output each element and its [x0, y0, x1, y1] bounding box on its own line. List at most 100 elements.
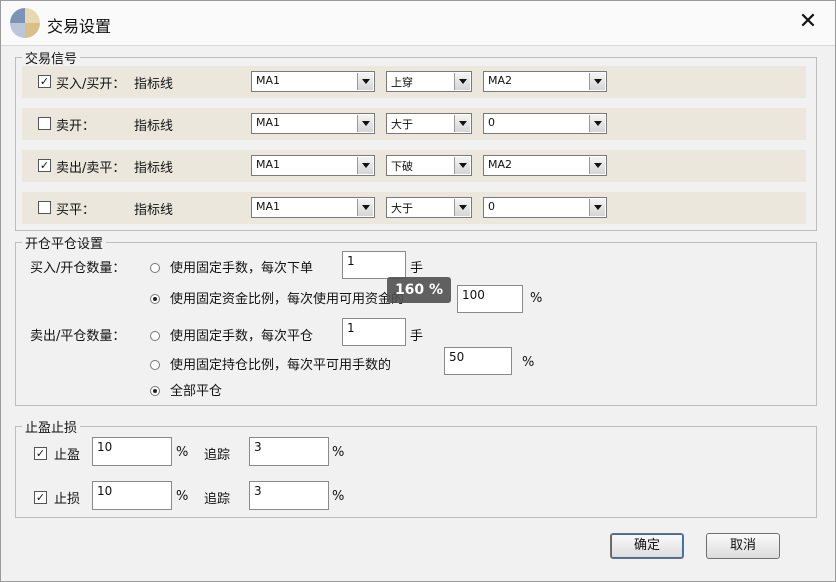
chevron-down-icon[interactable] — [589, 73, 605, 90]
sell-open-label: 卖开： — [56, 119, 96, 134]
open-fixed-radio[interactable] — [150, 263, 160, 273]
open-ratio-radio[interactable] — [150, 294, 160, 304]
sell-close-op-select[interactable]: 下破 — [386, 155, 472, 176]
close-all-radio[interactable] — [150, 386, 160, 396]
sell-close-target-select[interactable]: MA2 — [483, 155, 607, 176]
stop-loss-unit: % — [176, 489, 189, 504]
chevron-down-icon[interactable] — [357, 157, 373, 174]
sell-close-label: 卖出/卖平： — [56, 161, 126, 176]
take-profit-checkbox[interactable]: ✓ — [34, 447, 47, 460]
signal-row-buy-close: 买平： 指标线 MA1 大于 0 — [22, 192, 806, 224]
chevron-down-icon[interactable] — [357, 73, 373, 90]
chevron-down-icon[interactable] — [357, 199, 373, 216]
take-profit-input[interactable]: 10 — [92, 437, 172, 466]
chevron-down-icon[interactable] — [454, 115, 470, 132]
chevron-down-icon[interactable] — [454, 199, 470, 216]
take-profit-label: 止盈 — [54, 448, 81, 463]
signal-group: 交易信号 ✓ 买入/买开： 指标线 MA1 上穿 MA2 卖开： 指标线 MA1… — [15, 48, 817, 231]
buy-op-value: 上穿 — [391, 76, 413, 89]
chevron-down-icon[interactable] — [589, 115, 605, 132]
take-profit-trail-input[interactable]: 3 — [249, 437, 329, 466]
buy-label: 买入/买开： — [56, 77, 126, 92]
buy-close-op-select[interactable]: 大于 — [386, 197, 472, 218]
buy-target-value: MA2 — [488, 74, 513, 87]
open-ratio-input[interactable]: 100 — [457, 285, 523, 313]
sell-close-type-label: 指标线 — [134, 161, 174, 176]
close-button[interactable]: ✕ — [795, 9, 821, 35]
sell-open-target-value: 0 — [488, 116, 495, 129]
chevron-down-icon[interactable] — [454, 157, 470, 174]
close-fixed-radio[interactable] — [150, 331, 160, 341]
close-fixed-input[interactable]: 1 — [342, 318, 406, 346]
sell-close-target-value: MA2 — [488, 158, 513, 171]
sell-open-op-select[interactable]: 大于 — [386, 113, 472, 134]
take-profit-trail-unit: % — [332, 445, 345, 460]
sell-open-type-label: 指标线 — [134, 119, 174, 134]
close-ratio-radio[interactable] — [150, 360, 160, 370]
cancel-button[interactable]: 取消 — [706, 533, 780, 559]
stop-loss-checkbox[interactable]: ✓ — [34, 491, 47, 504]
sell-close-op-value: 下破 — [391, 160, 413, 173]
stops-group: 止盈止损 ✓ 止盈 10 % 追踪 3 % ✓ 止损 10 % 追踪 3 % — [15, 417, 817, 518]
buy-field-value: MA1 — [256, 74, 281, 87]
open-fixed-unit: 手 — [410, 261, 424, 276]
close-ratio-label: 使用固定持仓比例，每次平可用手数的 — [170, 358, 392, 373]
stop-loss-trail-unit: % — [332, 489, 345, 504]
buy-close-op-value: 大于 — [391, 202, 413, 215]
open-fixed-input[interactable]: 1 — [342, 251, 406, 279]
stop-loss-input[interactable]: 10 — [92, 481, 172, 510]
sell-close-field-value: MA1 — [256, 158, 281, 171]
signal-group-legend: 交易信号 — [22, 48, 81, 67]
close-ratio-unit: % — [522, 355, 535, 370]
trade-settings-dialog: 交易设置 ✕ 交易信号 ✓ 买入/买开： 指标线 MA1 上穿 MA2 卖开： … — [0, 0, 836, 582]
open-fixed-label: 使用固定手数，每次下单 — [170, 261, 314, 276]
buy-checkbox[interactable]: ✓ — [38, 75, 51, 88]
take-profit-unit: % — [176, 445, 189, 460]
chevron-down-icon[interactable] — [589, 199, 605, 216]
open-quantity-label: 买入/开仓数量： — [30, 261, 126, 276]
chevron-down-icon[interactable] — [589, 157, 605, 174]
sell-open-target-select[interactable]: 0 — [483, 113, 607, 134]
ok-button[interactable]: 确定 — [610, 533, 684, 559]
stop-loss-trail-input[interactable]: 3 — [249, 481, 329, 510]
signal-row-sell-open: 卖开： 指标线 MA1 大于 0 — [22, 108, 806, 140]
chevron-down-icon[interactable] — [454, 73, 470, 90]
buy-close-field-select[interactable]: MA1 — [251, 197, 375, 218]
buy-op-select[interactable]: 上穿 — [386, 71, 472, 92]
sell-open-field-value: MA1 — [256, 116, 281, 129]
close-ratio-input[interactable]: 50 — [444, 347, 512, 375]
close-fixed-unit: 手 — [410, 329, 424, 344]
chevron-down-icon[interactable] — [357, 115, 373, 132]
sell-close-field-select[interactable]: MA1 — [251, 155, 375, 176]
sell-open-field-select[interactable]: MA1 — [251, 113, 375, 134]
buy-type-label: 指标线 — [134, 77, 174, 92]
position-group-legend: 开仓平仓设置 — [22, 233, 107, 252]
zoom-level-badge: 160 % — [387, 277, 451, 303]
open-ratio-unit: % — [530, 291, 543, 306]
signal-row-buy: ✓ 买入/买开： 指标线 MA1 上穿 MA2 — [22, 66, 806, 98]
buy-target-select[interactable]: MA2 — [483, 71, 607, 92]
open-ratio-label: 使用固定资金比例，每次使用可用资金的 — [170, 292, 405, 307]
buy-close-field-value: MA1 — [256, 200, 281, 213]
buy-close-type-label: 指标线 — [134, 203, 174, 218]
buy-field-select[interactable]: MA1 — [251, 71, 375, 92]
window-title: 交易设置 — [47, 17, 112, 36]
buy-close-target-select[interactable]: 0 — [483, 197, 607, 218]
take-profit-trail-label: 追踪 — [204, 448, 231, 463]
close-quantity-label: 卖出/平仓数量： — [30, 329, 126, 344]
app-logo-icon — [10, 8, 40, 38]
buy-close-checkbox[interactable] — [38, 201, 51, 214]
close-all-label: 全部平仓 — [170, 384, 223, 399]
sell-open-checkbox[interactable] — [38, 117, 51, 130]
buy-close-label: 买平： — [56, 203, 96, 218]
buy-close-target-value: 0 — [488, 200, 495, 213]
position-group: 开仓平仓设置 买入/开仓数量： 使用固定手数，每次下单 1 手 使用固定资金比例… — [15, 233, 817, 406]
close-fixed-label: 使用固定手数，每次平仓 — [170, 329, 314, 344]
title-bar: 交易设置 ✕ — [1, 1, 835, 46]
stops-group-legend: 止盈止损 — [22, 417, 81, 436]
sell-open-op-value: 大于 — [391, 118, 413, 131]
stop-loss-label: 止损 — [54, 492, 81, 507]
sell-close-checkbox[interactable]: ✓ — [38, 159, 51, 172]
stop-loss-trail-label: 追踪 — [204, 492, 231, 507]
signal-row-sell-close: ✓ 卖出/卖平： 指标线 MA1 下破 MA2 — [22, 150, 806, 182]
